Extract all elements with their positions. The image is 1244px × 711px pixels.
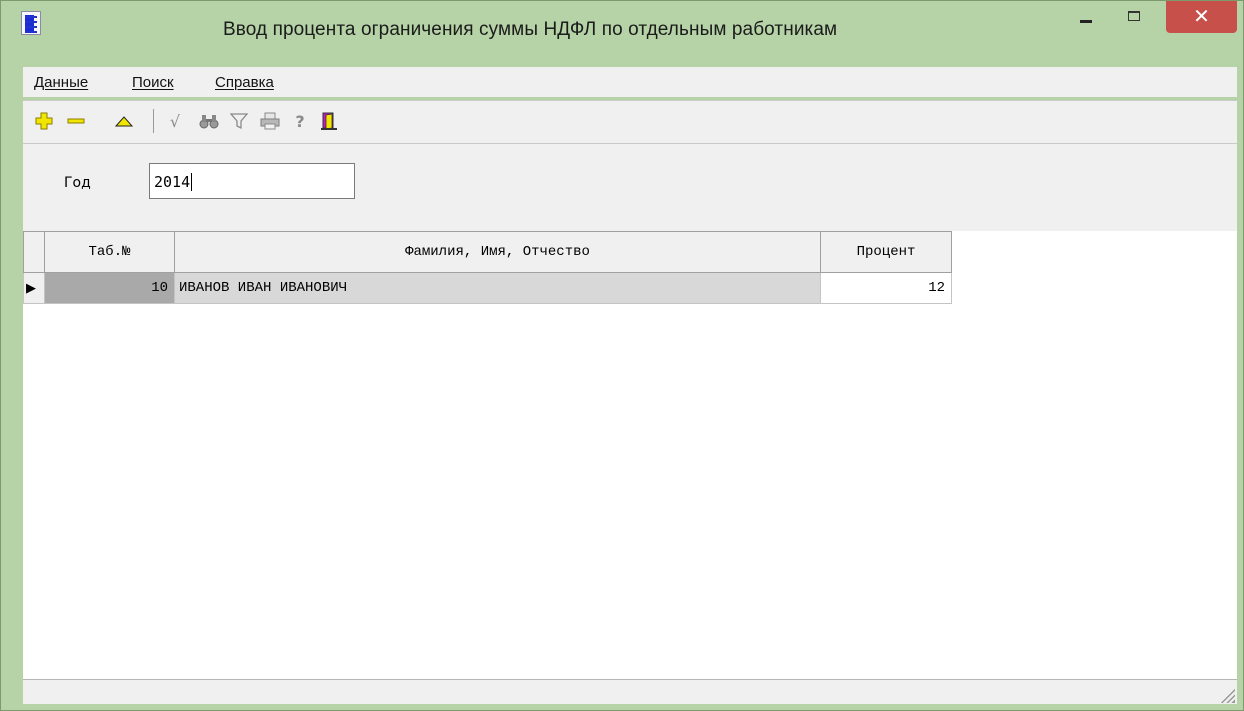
help-icon[interactable]: ? xyxy=(289,110,311,132)
status-bar xyxy=(23,679,1237,704)
toolbar: √ ? xyxy=(23,100,1237,144)
cell-full-name[interactable]: ИВАНОВ ИВАН ИВАНОВИЧ xyxy=(174,272,821,304)
window-title: Ввод процента ограничения суммы НДФЛ по … xyxy=(223,19,838,40)
column-header-full-name[interactable]: Фамилия, Имя, Отчество xyxy=(174,231,821,273)
printer-icon[interactable] xyxy=(259,110,281,132)
menu-bar: Данные Поиск Справка xyxy=(23,67,1237,97)
row-indicator-header xyxy=(23,231,45,273)
add-icon[interactable] xyxy=(33,110,55,132)
minimize-icon xyxy=(1080,20,1092,23)
employee-table: Таб.№ Фамилия, Имя, Отчество Процент ▶ 1… xyxy=(23,231,952,304)
delete-icon[interactable] xyxy=(65,110,87,132)
edit-icon[interactable] xyxy=(113,110,135,132)
maximize-icon xyxy=(1128,11,1140,21)
menu-item-data[interactable]: Данные xyxy=(34,74,88,91)
app-icon[interactable] xyxy=(21,11,41,35)
resize-grip-icon[interactable] xyxy=(1219,687,1235,703)
text-caret xyxy=(191,173,193,191)
column-header-percent[interactable]: Процент xyxy=(820,231,952,273)
year-label: Год xyxy=(64,175,91,191)
table-row[interactable]: ▶ 10 ИВАНОВ ИВАН ИВАНОВИЧ 12 xyxy=(23,272,952,304)
toolbar-separator xyxy=(153,109,154,133)
binoculars-icon[interactable] xyxy=(198,110,220,132)
data-grid[interactable]: Таб.№ Фамилия, Имя, Отчество Процент ▶ 1… xyxy=(23,231,1237,679)
row-indicator-icon[interactable]: ▶ xyxy=(23,272,45,304)
cell-percent[interactable]: 12 xyxy=(820,272,952,304)
cell-tab-number[interactable]: 10 xyxy=(44,272,175,304)
table-header-row: Таб.№ Фамилия, Имя, Отчество Процент xyxy=(23,231,952,273)
column-header-tab-number[interactable]: Таб.№ xyxy=(44,231,175,273)
minimize-button[interactable] xyxy=(1068,1,1110,31)
filter-icon[interactable] xyxy=(228,110,250,132)
title-bar[interactable]: Ввод процента ограничения суммы НДФЛ по … xyxy=(1,1,1243,66)
filter-panel: Год 2014 xyxy=(23,144,1237,231)
app-window: Ввод процента ограничения суммы НДФЛ по … xyxy=(0,0,1244,711)
menu-item-help[interactable]: Справка xyxy=(215,74,274,91)
maximize-button[interactable] xyxy=(1115,1,1157,31)
close-button[interactable]: ✕ xyxy=(1166,1,1237,33)
checkmark-icon[interactable]: √ xyxy=(164,110,186,132)
exit-door-icon[interactable] xyxy=(318,110,340,132)
year-input-value: 2014 xyxy=(154,173,191,191)
menu-item-search[interactable]: Поиск xyxy=(132,74,174,91)
year-input[interactable]: 2014 xyxy=(149,163,355,199)
